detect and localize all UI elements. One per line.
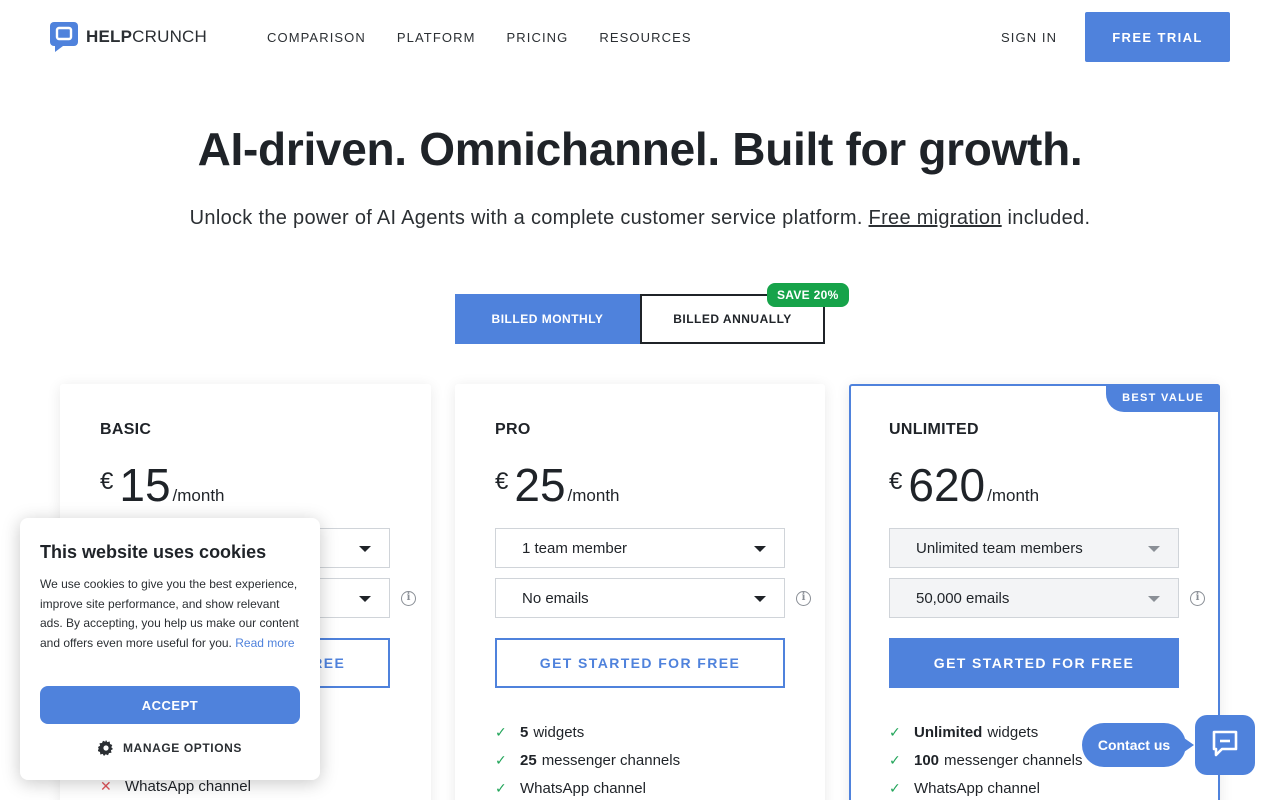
feature-item: ✓ 5 widgets (495, 718, 680, 746)
chat-launcher-button[interactable] (1195, 715, 1255, 775)
info-icon[interactable]: i (796, 591, 811, 606)
price-amount: 25 (514, 459, 566, 511)
page-subtitle: Unlock the power of AI Agents with a com… (0, 207, 1280, 230)
feature-text: widgets (987, 723, 1039, 741)
feature-text: widgets (533, 723, 585, 741)
info-icon[interactable]: i (401, 591, 416, 606)
manage-options-label: MANAGE OPTIONS (122, 741, 243, 755)
feature-item: ✓ 25 messenger channels (495, 746, 680, 774)
plan-name: UNLIMITED (889, 421, 979, 438)
nav-link-comparison[interactable]: COMPARISON (267, 30, 366, 45)
currency-symbol: € (889, 468, 903, 495)
accept-cookies-button[interactable]: ACCEPT (40, 686, 300, 724)
info-icon[interactable]: i (1190, 591, 1205, 606)
plan-price: € 15 /month (100, 458, 225, 512)
free-trial-button[interactable]: FREE TRIAL (1085, 12, 1230, 62)
check-icon: ✓ (889, 751, 901, 768)
check-icon: ✓ (889, 723, 901, 740)
emails-select[interactable]: No emails (495, 578, 785, 618)
check-icon: ✓ (495, 751, 507, 768)
feature-highlight: 5 (520, 723, 529, 741)
gear-icon (97, 740, 114, 756)
nav-link-platform[interactable]: PLATFORM (397, 30, 476, 45)
caret-down-icon (1148, 596, 1160, 602)
caret-down-icon (359, 546, 371, 552)
select-value: 50,000 emails (916, 589, 1010, 607)
feature-text: messenger channels (541, 751, 681, 769)
feature-highlight: 100 (914, 751, 940, 769)
emails-select[interactable]: 50,000 emails (889, 578, 1179, 618)
helpcrunch-logo[interactable]: HELPCRUNCH (50, 22, 207, 52)
check-icon: ✓ (495, 779, 507, 796)
chat-bubble-logo-icon (50, 22, 78, 52)
feature-item: ✓ Unlimited widgets (889, 718, 1082, 746)
caret-down-icon (754, 546, 766, 552)
nav-link-resources[interactable]: RESOURCES (599, 30, 691, 45)
price-period: /month (567, 486, 620, 505)
feature-text: WhatsApp channel (520, 779, 646, 797)
feature-text: messenger channels (944, 751, 1083, 769)
feature-highlight: Unlimited (914, 723, 983, 741)
select-value: No emails (522, 589, 589, 607)
feature-item: ✓ 100 messenger channels (889, 746, 1082, 774)
chat-icon (1210, 728, 1240, 763)
price-amount: 620 (908, 459, 986, 511)
price-period: /month (172, 486, 225, 505)
sign-in-link[interactable]: SIGN IN (1001, 30, 1057, 45)
free-migration-link[interactable]: Free migration (869, 207, 1002, 229)
subtitle-text: Unlock the power of AI Agents with a com… (189, 207, 869, 229)
subtitle-text-end: included. (1001, 207, 1091, 229)
caret-down-icon (359, 596, 371, 602)
feature-text: WhatsApp channel (125, 777, 251, 795)
plan-card-pro: PRO € 25 /month 1 team member No emails … (455, 384, 825, 800)
team-members-select[interactable]: Unlimited team members (889, 528, 1179, 568)
plan-name: PRO (495, 421, 531, 438)
select-value: 1 team member (522, 539, 628, 557)
caret-down-icon (1148, 546, 1160, 552)
caret-down-icon (754, 596, 766, 602)
best-value-badge: BEST VALUE (1106, 384, 1220, 412)
manage-options-button[interactable]: MANAGE OPTIONS (20, 740, 320, 756)
check-icon: ✓ (495, 723, 507, 740)
cookie-consent-dialog: This website uses cookies We use cookies… (20, 518, 320, 780)
feature-item: ✓ WhatsApp channel (495, 774, 680, 800)
billed-monthly-tab[interactable]: BILLED MONTHLY (455, 294, 640, 344)
team-members-select[interactable]: 1 team member (495, 528, 785, 568)
plan-price: € 620 /month (889, 458, 1039, 512)
feature-item: ✓ WhatsApp channel (889, 774, 1082, 800)
feature-highlight: 25 (520, 751, 537, 769)
cookie-message: We use cookies to give you the best expe… (40, 575, 300, 653)
price-amount: 15 (119, 459, 171, 511)
top-navigation: HELPCRUNCH COMPARISON PLATFORM PRICING R… (0, 0, 1280, 74)
feature-list: ✓ Unlimited widgets ✓ 100 messenger chan… (889, 718, 1082, 800)
plan-name: BASIC (100, 421, 152, 438)
nav-link-pricing[interactable]: PRICING (507, 30, 569, 45)
contact-us-bubble[interactable]: Contact us (1082, 723, 1194, 767)
read-more-link[interactable]: Read more (235, 636, 294, 650)
cookie-title: This website uses cookies (40, 542, 267, 562)
main-menu: COMPARISON PLATFORM PRICING RESOURCES (267, 30, 723, 45)
select-value: Unlimited team members (916, 539, 1083, 557)
logo-text: HELPCRUNCH (86, 27, 208, 46)
page-title: AI-driven. Omnichannel. Built for growth… (197, 123, 1083, 175)
price-period: /month (987, 486, 1040, 505)
feature-text: WhatsApp channel (914, 779, 1040, 797)
cross-icon: ✕ (100, 777, 112, 794)
feature-list: ✓ 5 widgets ✓ 25 messenger channels ✓ Wh… (495, 718, 680, 800)
currency-symbol: € (495, 468, 509, 495)
get-started-button[interactable]: GET STARTED FOR FREE (495, 638, 785, 688)
get-started-button[interactable]: GET STARTED FOR FREE (889, 638, 1179, 688)
plan-price: € 25 /month (495, 458, 620, 512)
currency-symbol: € (100, 468, 114, 495)
save-percent-badge: SAVE 20% (767, 283, 849, 307)
check-icon: ✓ (889, 779, 901, 796)
